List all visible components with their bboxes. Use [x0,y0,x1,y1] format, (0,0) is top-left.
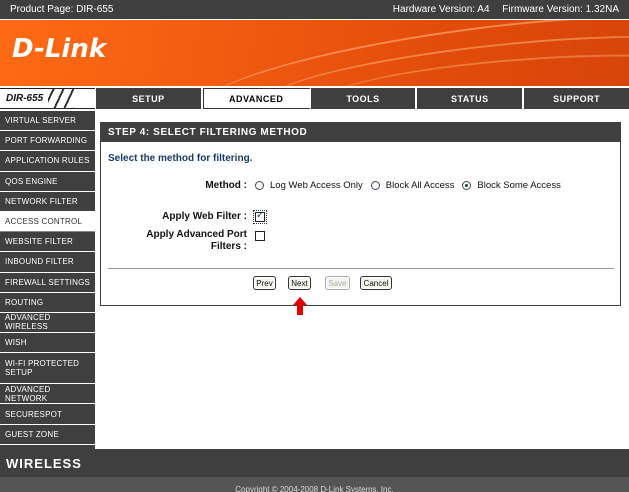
apply-port-filters-label-line2: Filters : [210,241,247,252]
copyright-footer: Copyright © 2004-2008 D-Link Systems, In… [0,477,629,492]
sidebar-item-virtual-server[interactable]: VIRTUAL SERVER [0,111,95,132]
apply-port-filters-checkbox[interactable] [255,231,265,241]
hardware-version: Hardware Version: A4 [392,4,490,15]
tab-tools[interactable]: TOOLS [311,88,418,109]
wireless-label: WIRELESS [0,449,629,477]
sidebar-item-website-filter[interactable]: WEBSITE FILTER [0,232,95,253]
model-name: DIR-655 [6,93,44,104]
sidebar-item-qos-engine[interactable]: QOS ENGINE [0,172,95,192]
sidebar-item-advanced-wireless[interactable]: ADVANCED WIRELESS [0,313,95,334]
product-page-link[interactable]: Product Page: DIR-655 [10,4,113,15]
sidebar-item-inbound-filter[interactable]: INBOUND FILTER [0,252,95,273]
apply-port-filters-label-line1: Apply Advanced Port [146,229,247,240]
version-info: Hardware Version: A4 Firmware Version: 1… [383,4,619,15]
nav-row: DIR-655 SETUP ADVANCED TOOLS STATUS SUPP… [0,88,629,109]
tab-setup[interactable]: SETUP [96,88,203,109]
sidebar-item-routing[interactable]: ROUTING [0,293,95,313]
sidebar-item-wish[interactable]: WISH [0,333,95,354]
sidebar-item-firewall-settings[interactable]: FIREWALL SETTINGS [0,273,95,293]
panel-instruction: Select the method for filtering. [108,153,253,164]
red-arrow-annotation [293,297,307,315]
slash-decoration [48,89,74,109]
sidebar-item-port-forwarding[interactable]: PORT FORWARDING [0,131,95,152]
panel-divider [108,268,614,269]
apply-port-filters-label: Apply Advanced Port Filters : [121,229,247,253]
sidebar-item-advanced-network[interactable]: ADVANCED NETWORK [0,384,95,405]
sidebar-item-access-control[interactable]: ACCESS CONTROL [0,211,95,233]
radio-block-all-access-label: Block All Access [385,180,455,191]
method-radio-group: Log Web Access Only Block All Access Blo… [255,180,569,191]
apply-web-filter-label: Apply Web Filter : [162,211,247,222]
dlink-logo: D-Link [12,34,107,64]
sidebar-item-securespot[interactable]: SECURESPOT [0,404,95,425]
next-button[interactable]: Next [288,276,311,290]
main-tabs: SETUP ADVANCED TOOLS STATUS SUPPORT [96,88,629,109]
cancel-button[interactable]: Cancel [360,276,392,290]
sidebar-item-network-filter[interactable]: NETWORK FILTER [0,192,95,212]
firmware-version: Firmware Version: 1.32NA [502,4,619,15]
apply-web-filter-checkbox[interactable] [253,210,267,224]
sidebar-item-guest-zone[interactable]: GUEST ZONE [0,425,95,445]
sidebar-item-wifi-protected-setup[interactable]: WI-FI PROTECTED SETUP [0,353,95,385]
radio-log-web-access-label: Log Web Access Only [270,180,363,191]
save-button[interactable]: Save [325,276,350,290]
tab-support[interactable]: SUPPORT [524,88,629,109]
panel-title: STEP 4: SELECT FILTERING METHOD [101,123,620,142]
model-label: DIR-655 [0,88,95,109]
filtering-method-panel: STEP 4: SELECT FILTERING METHOD Select t… [100,122,621,306]
radio-block-all-access[interactable] [370,181,380,190]
method-label: Method : [205,180,247,191]
sidebar: VIRTUAL SERVER PORT FORWARDING APPLICATI… [0,111,95,449]
brand-banner: D-Link [0,20,629,86]
sidebar-item-application-rules[interactable]: APPLICATION RULES [0,151,95,172]
tab-status[interactable]: STATUS [417,88,525,109]
prev-button[interactable]: Prev [253,276,276,290]
radio-block-some-access[interactable] [462,181,472,190]
top-info-bar: Product Page: DIR-655 Hardware Version: … [0,0,629,20]
radio-log-web-access[interactable] [255,181,264,190]
tab-advanced[interactable]: ADVANCED [202,88,311,109]
radio-block-some-access-label: Block Some Access [477,180,561,191]
